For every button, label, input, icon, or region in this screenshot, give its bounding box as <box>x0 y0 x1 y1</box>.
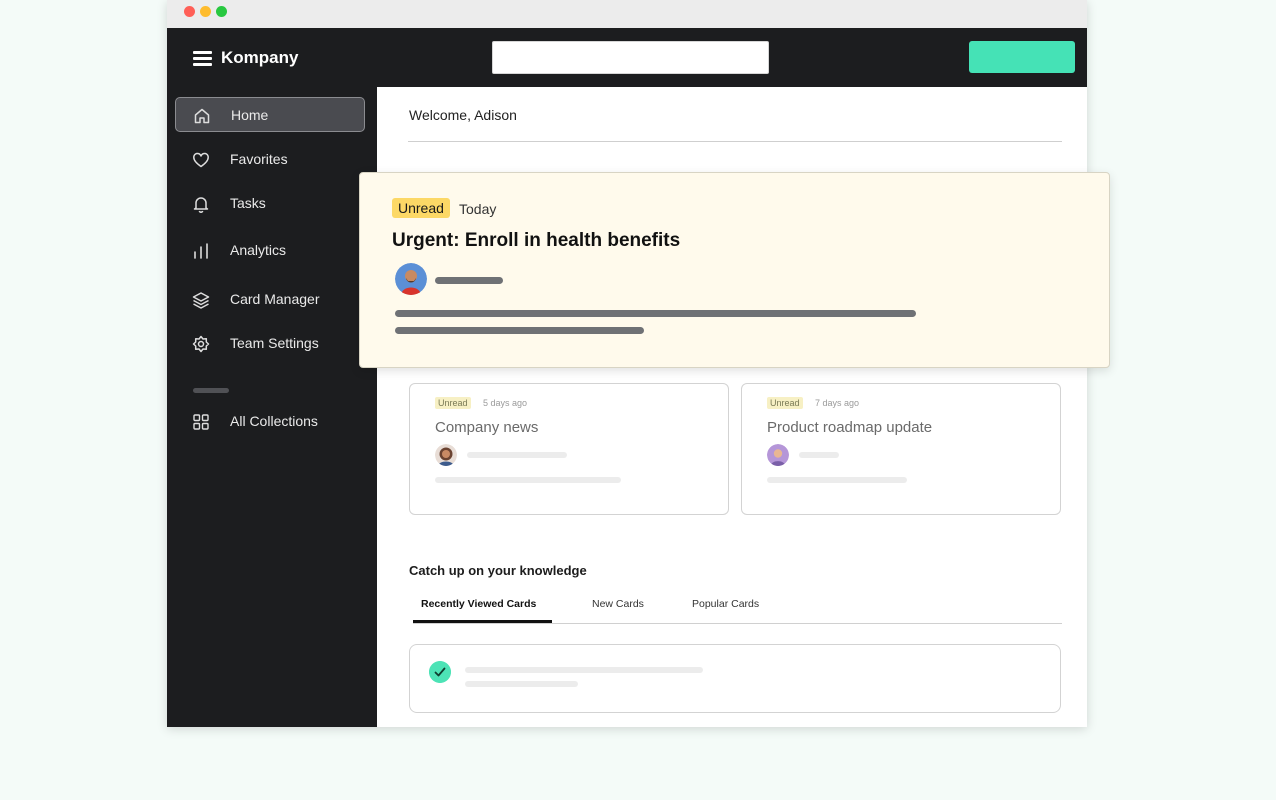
notification-title: Urgent: Enroll in health benefits <box>392 230 681 251</box>
header-divider <box>408 141 1062 142</box>
avatar <box>767 444 789 466</box>
unread-badge: Unread <box>435 397 471 409</box>
gear-icon <box>192 335 210 353</box>
placeholder-text-line <box>465 681 578 687</box>
card-title: Company news <box>435 419 539 436</box>
placeholder-text-line <box>467 452 567 458</box>
section-title: Catch up on your knowledge <box>409 563 587 578</box>
close-window-button[interactable] <box>184 6 195 17</box>
sidebar-item-label: Home <box>231 107 269 123</box>
tab-popular-cards[interactable]: Popular Cards <box>692 598 759 610</box>
sidebar-item-favorites[interactable]: Favorites <box>175 142 365 177</box>
placeholder-text-line <box>395 310 916 317</box>
brand-name: Kompany <box>221 48 299 67</box>
placeholder-text-line <box>799 452 839 458</box>
list-item[interactable] <box>409 644 1061 713</box>
placeholder-text-line <box>395 327 644 334</box>
unread-badge: Unread <box>392 198 450 218</box>
bar-chart-icon <box>194 243 208 259</box>
avatar <box>435 444 457 466</box>
sidebar-item-label: Card Manager <box>230 291 320 307</box>
placeholder-text-line <box>435 277 503 284</box>
title-bar <box>167 0 1087 28</box>
urgent-notification-card[interactable]: Unread Today Urgent: Enroll in health be… <box>359 172 1110 368</box>
heart-icon <box>193 152 209 168</box>
sidebar-item-label: Tasks <box>230 195 266 211</box>
sidebar-item-home[interactable]: Home <box>175 97 365 132</box>
tab-recently-viewed-cards[interactable]: Recently Viewed Cards <box>421 598 536 610</box>
placeholder-text-line <box>767 477 907 483</box>
card-title: Product roadmap update <box>767 419 933 436</box>
card-product-roadmap[interactable]: Unread 7 days ago Product roadmap update <box>741 383 1061 515</box>
tabs-divider <box>413 623 1062 624</box>
sidebar-item-label: Favorites <box>230 151 288 167</box>
sidebar-divider <box>193 388 229 393</box>
welcome-heading: Welcome, Adison <box>409 107 517 123</box>
primary-action-button[interactable] <box>969 41 1075 73</box>
sidebar-item-all-collections[interactable]: All Collections <box>175 404 365 439</box>
sidebar-item-tasks[interactable]: Tasks <box>175 186 365 221</box>
maximize-window-button[interactable] <box>216 6 227 17</box>
search-input[interactable] <box>492 41 769 74</box>
placeholder-text-line <box>465 667 703 673</box>
check-icon <box>429 661 451 683</box>
sidebar-item-label: All Collections <box>230 413 318 429</box>
sidebar: Home Favorites Tasks Analytics Card Mana… <box>167 87 377 727</box>
grid-icon <box>193 414 209 430</box>
card-company-news[interactable]: Unread 5 days ago Company news <box>409 383 729 515</box>
hamburger-menu-icon[interactable] <box>193 51 212 66</box>
avatar <box>395 263 427 295</box>
layers-icon <box>192 292 210 309</box>
sidebar-item-analytics[interactable]: Analytics <box>175 233 365 268</box>
card-timestamp: 7 days ago <box>815 398 860 408</box>
sidebar-item-team-settings[interactable]: Team Settings <box>175 326 365 361</box>
card-timestamp: 5 days ago <box>483 398 528 408</box>
sidebar-item-label: Team Settings <box>230 335 319 351</box>
home-icon <box>194 108 210 124</box>
placeholder-text-line <box>435 477 621 483</box>
sidebar-item-label: Analytics <box>230 242 287 258</box>
tab-new-cards[interactable]: New Cards <box>592 598 644 610</box>
notification-timestamp: Today <box>459 201 497 217</box>
bell-icon <box>193 197 209 213</box>
minimize-window-button[interactable] <box>200 6 211 17</box>
top-bar: Kompany <box>167 28 1087 87</box>
sidebar-item-card-manager[interactable]: Card Manager <box>175 282 365 317</box>
unread-badge: Unread <box>767 397 803 409</box>
active-tab-indicator <box>413 620 552 623</box>
